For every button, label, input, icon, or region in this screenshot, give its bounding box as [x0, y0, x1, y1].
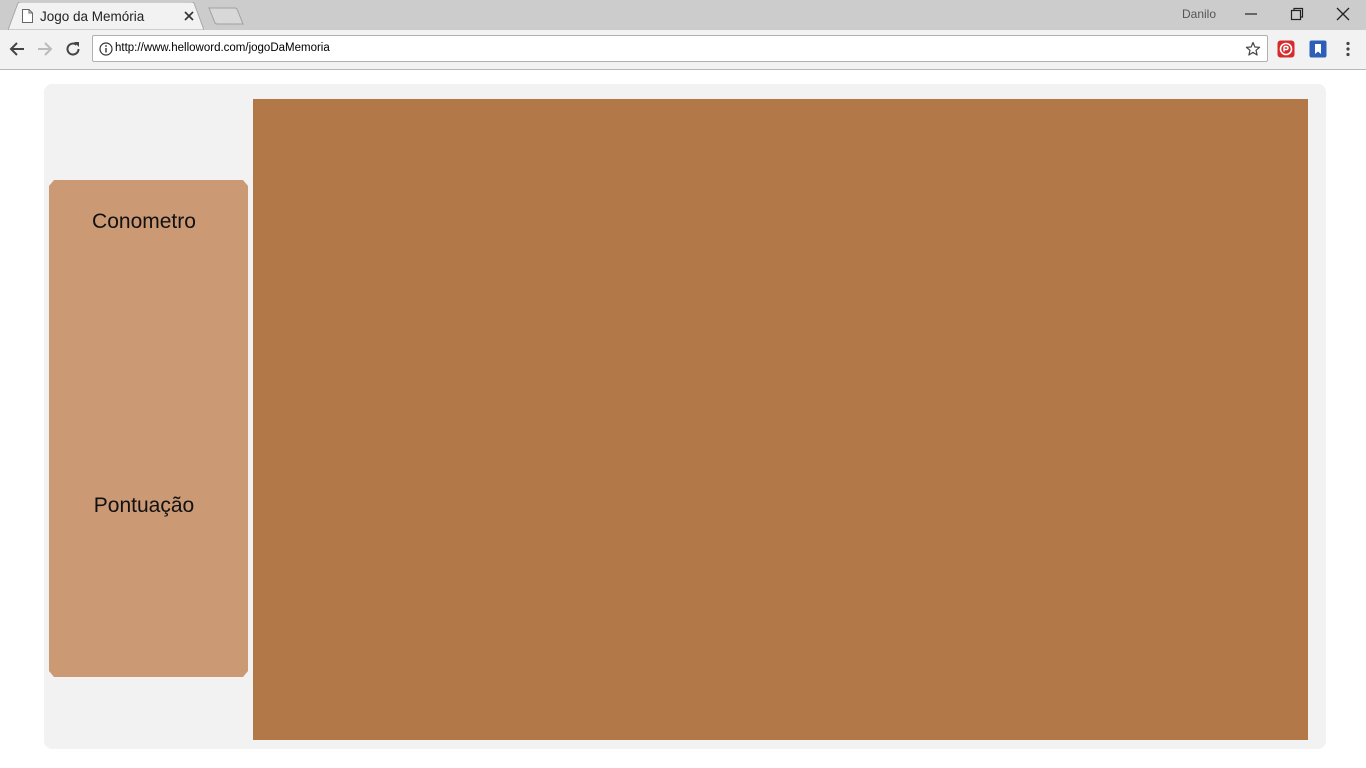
browser-toolbar: http://www.helloword.com/jogoDaMemoria — [0, 30, 1366, 70]
extension-red-icon[interactable] — [1277, 40, 1295, 58]
timer-label: Conometro — [92, 210, 196, 233]
star-icon[interactable] — [1245, 41, 1261, 57]
game-board[interactable] — [253, 99, 1308, 740]
tab-title: Jogo da Memória — [40, 9, 145, 24]
kebab-menu-icon[interactable] — [1342, 40, 1354, 58]
minimize-icon[interactable] — [1243, 6, 1259, 22]
close-icon[interactable] — [182, 9, 196, 23]
restore-icon[interactable] — [1289, 6, 1305, 22]
game-sidebar: Conometro Pontuação — [49, 180, 248, 677]
info-icon[interactable] — [99, 42, 113, 56]
bookmark-extension-icon[interactable] — [1309, 40, 1327, 58]
address-bar[interactable]: http://www.helloword.com/jogoDaMemoria — [92, 35, 1268, 62]
arrow-left-icon[interactable] — [7, 39, 27, 59]
window-close-icon[interactable] — [1335, 6, 1351, 22]
reload-icon[interactable] — [63, 39, 83, 59]
url-text[interactable]: http://www.helloword.com/jogoDaMemoria — [115, 42, 330, 54]
score-label: Pontuação — [93, 494, 195, 517]
profile-name[interactable]: Danilo — [1182, 7, 1216, 21]
browser-tab[interactable]: Jogo da Memória — [8, 2, 204, 30]
arrow-right-icon[interactable] — [35, 39, 55, 59]
new-tab-button[interactable] — [208, 7, 244, 25]
page-icon — [22, 9, 33, 23]
browser-title-bar: Jogo da Memória Danilo — [0, 0, 1366, 30]
